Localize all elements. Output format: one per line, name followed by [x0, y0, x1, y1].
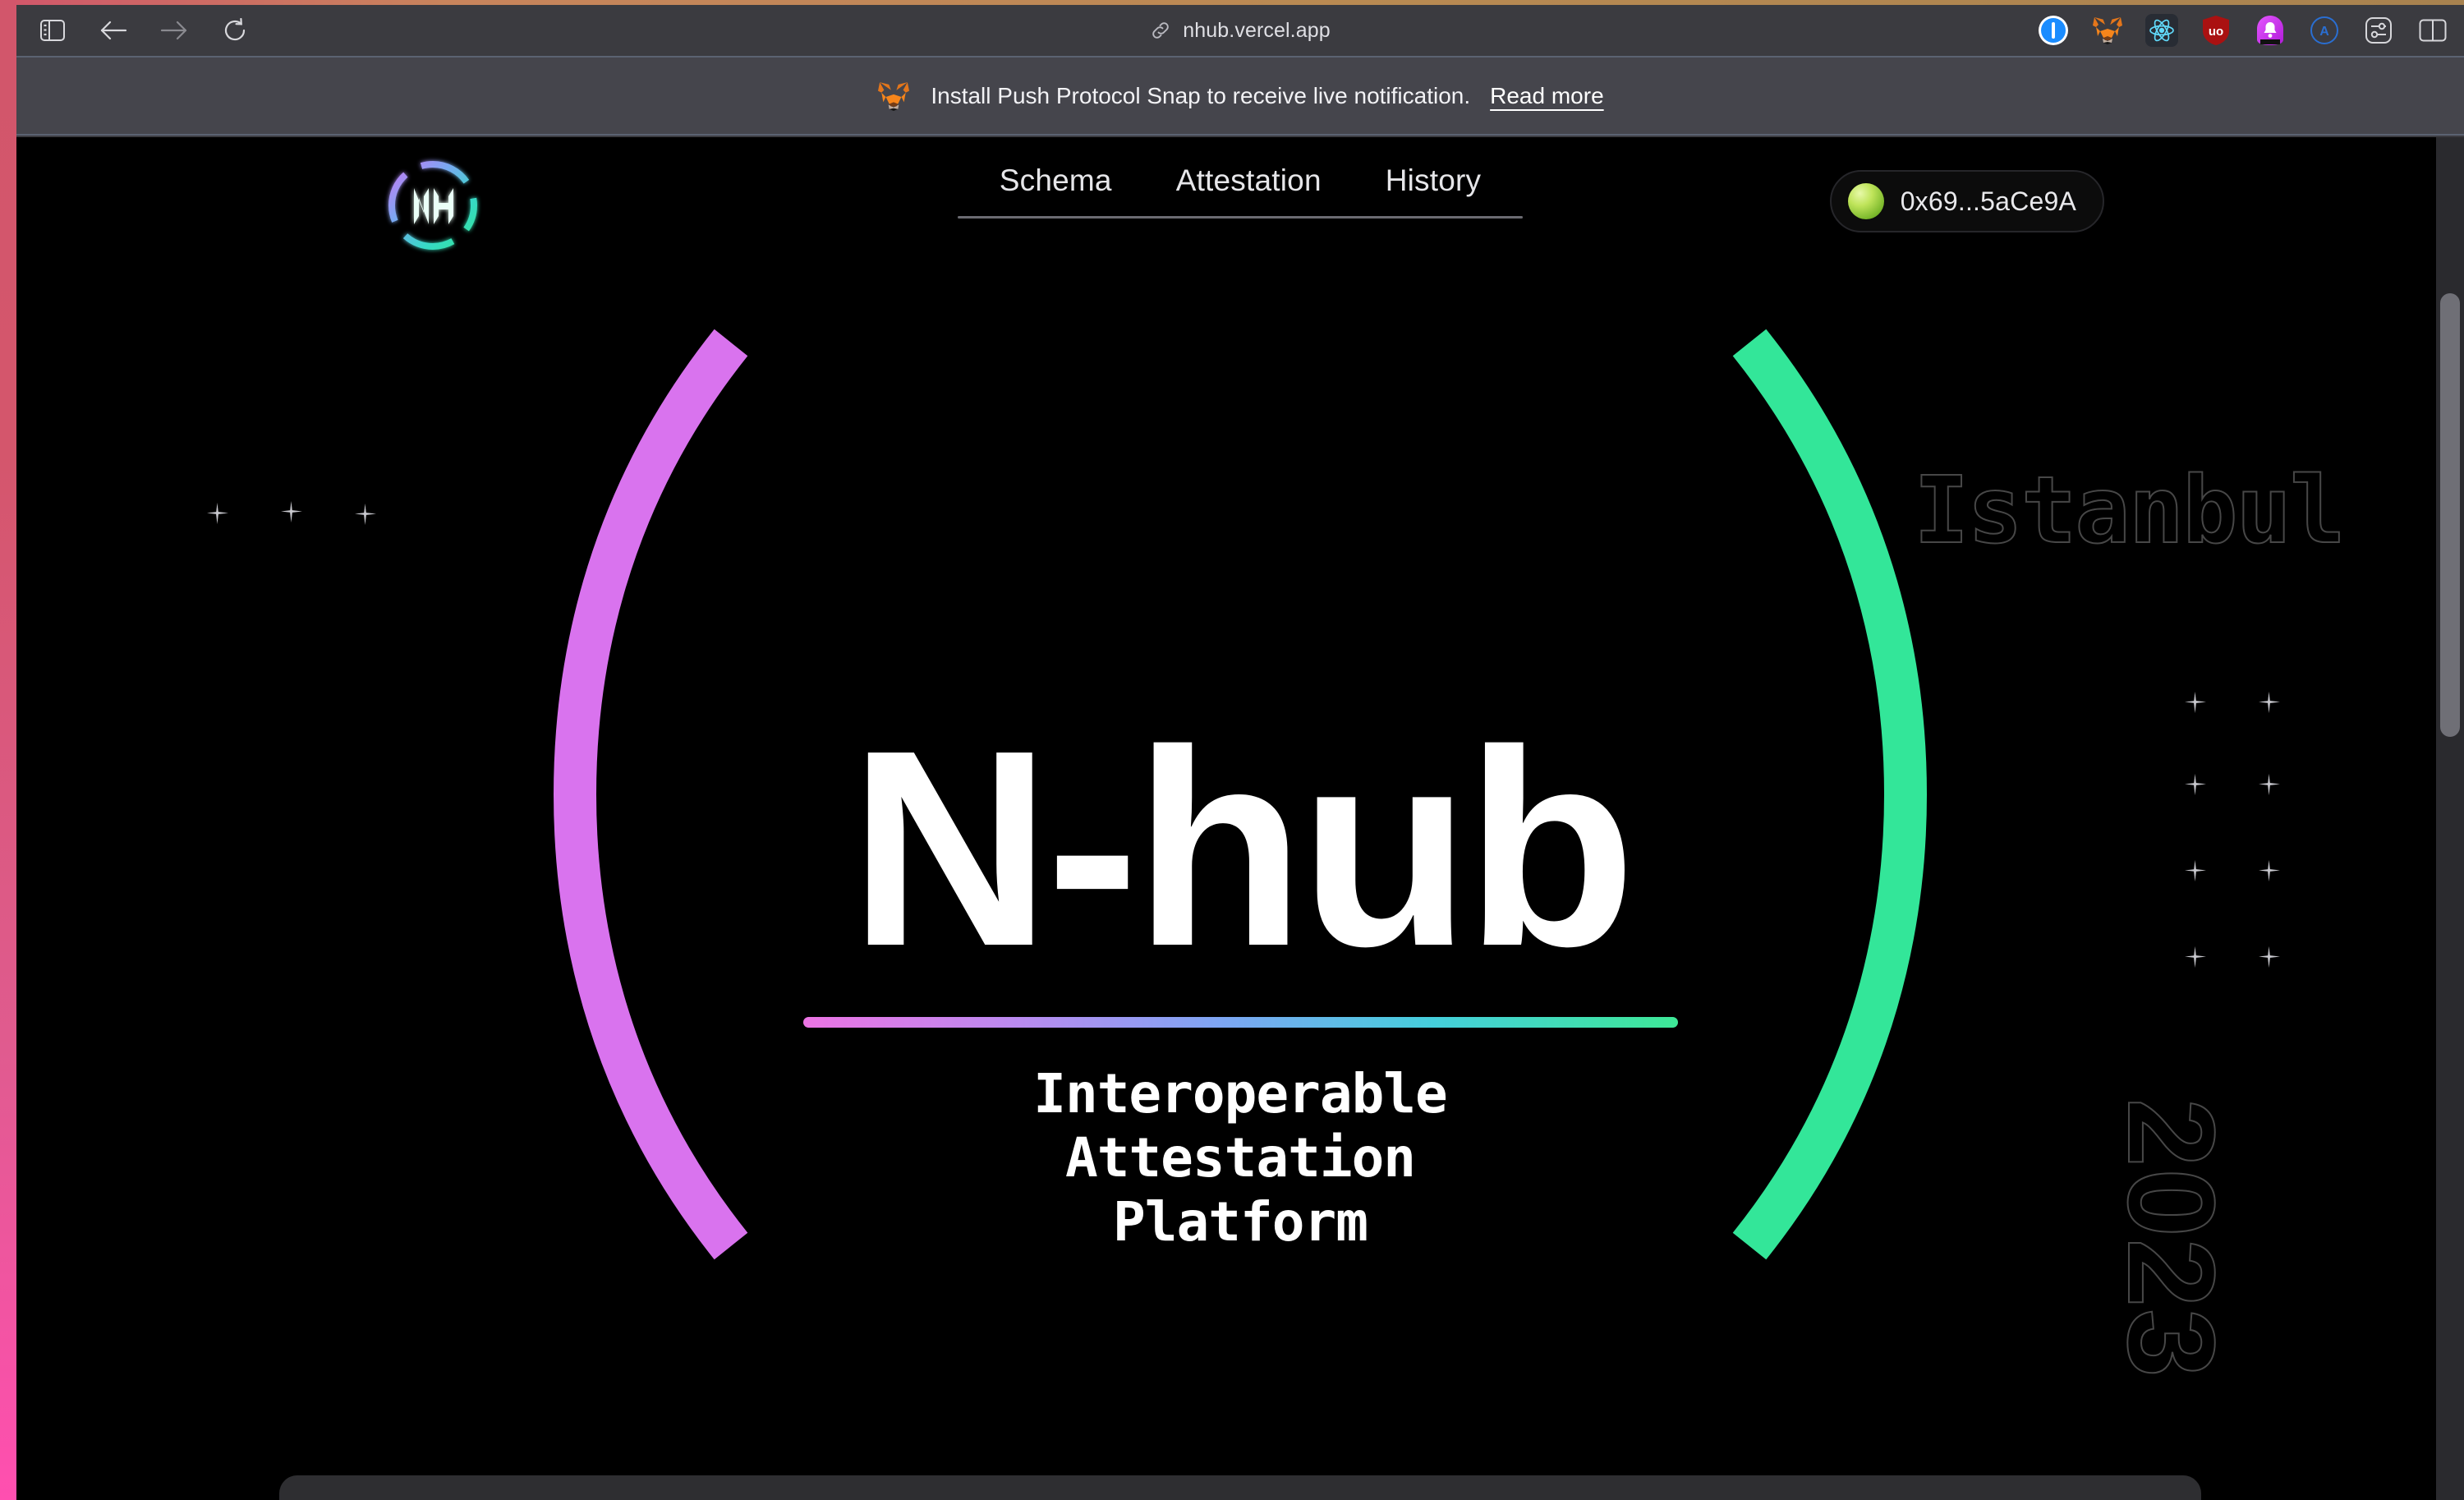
1password-icon[interactable]: [2037, 14, 2070, 47]
back-arrow-icon[interactable]: [95, 12, 131, 48]
sparkle-icon: [2185, 860, 2206, 881]
push-protocol-icon[interactable]: [2254, 14, 2287, 47]
url-text: nhub.vercel.app: [1183, 18, 1331, 42]
svg-text:A: A: [2319, 25, 2329, 39]
wallet-address-button[interactable]: 0x69...5aCe9A: [1829, 170, 2104, 232]
url-bar[interactable]: nhub.vercel.app: [1150, 18, 1331, 43]
nav-items: Schema Attestation History: [973, 163, 1508, 216]
nav-item-attestation[interactable]: Attestation: [1176, 163, 1322, 198]
nhub-logo-icon[interactable]: [383, 155, 483, 255]
metamask-icon[interactable]: [2091, 14, 2124, 47]
wallet-avatar: [1847, 183, 1884, 219]
metamask-fox-icon: [878, 81, 910, 111]
hero-subtitle-line: Attestation: [1064, 1126, 1416, 1190]
nav-item-schema[interactable]: Schema: [1000, 163, 1112, 198]
link-icon: [1150, 20, 1171, 41]
settings-sliders-icon[interactable]: [2362, 14, 2395, 47]
sparkle-icon: [207, 503, 228, 524]
sparkle-icon: [355, 504, 376, 525]
push-protocol-banner: Install Push Protocol Snap to receive li…: [16, 56, 2464, 136]
site-header: Schema Attestation History 0x69...5aCe9A: [16, 137, 2464, 277]
web-page-content: ETHGlobal Istanbul 2023 N-hub Interopera…: [16, 137, 2464, 1500]
banner-read-more-link[interactable]: Read more: [1490, 83, 1604, 109]
reload-icon[interactable]: [217, 12, 253, 48]
banner-text: Install Push Protocol Snap to receive li…: [931, 82, 1471, 108]
ublock-origin-icon[interactable]: uo: [2200, 14, 2232, 47]
sparkle-icon: [2259, 692, 2280, 713]
split-view-icon[interactable]: [2416, 14, 2449, 47]
toolbar-extensions: uo A: [2037, 5, 2449, 56]
sparkle-icon: [2185, 774, 2206, 795]
window-edge-left: [0, 0, 16, 1500]
svg-text:uo: uo: [2209, 25, 2223, 39]
nav-item-history[interactable]: History: [1386, 163, 1482, 198]
browser-window: nhub.vercel.app uo A Install Push Protoc…: [0, 0, 2464, 1500]
main-navigation: Schema Attestation History: [958, 163, 1523, 219]
sparkle-icon: [281, 501, 302, 522]
sparkle-icon: [2259, 860, 2280, 881]
sparkle-icon: [2185, 946, 2206, 968]
sidebar-toggle-icon[interactable]: [34, 12, 71, 48]
nav-underline: [958, 216, 1523, 219]
browser-toolbar: nhub.vercel.app uo A: [16, 5, 2464, 56]
sparkle-icon: [2259, 946, 2280, 968]
sparkle-icon: [2185, 692, 2206, 713]
page-scrollbar-thumb[interactable]: [2440, 293, 2460, 737]
wallet-address-text: 0x69...5aCe9A: [1900, 186, 2076, 216]
hero-section: ETHGlobal Istanbul 2023 N-hub Interopera…: [16, 137, 2464, 1500]
decor-2023-text: 2023: [2102, 1097, 2241, 1380]
hero-subtitle-line: Platform: [1113, 1189, 1368, 1254]
hero-subtitle: Interoperable Attestation Platform: [1033, 1062, 1448, 1254]
decor-istanbul-text: Istanbul: [1913, 457, 2346, 565]
toolbar-left-controls: [16, 12, 253, 48]
sparkle-icon: [2259, 774, 2280, 795]
page-scrollbar-track[interactable]: [2436, 137, 2464, 1500]
bottom-panel-peek: [279, 1475, 2201, 1500]
hero-gradient-divider: [802, 1017, 1678, 1028]
avalanche-icon[interactable]: A: [2308, 14, 2341, 47]
hero-center-content: N-hub Interoperable Attestation Platform: [665, 692, 1815, 1254]
hero-title: N-hub: [849, 692, 1636, 1005]
hero-subtitle-line: Interoperable: [1033, 1062, 1448, 1126]
forward-arrow-icon[interactable]: [156, 12, 192, 48]
react-devtools-icon[interactable]: [2145, 14, 2178, 47]
